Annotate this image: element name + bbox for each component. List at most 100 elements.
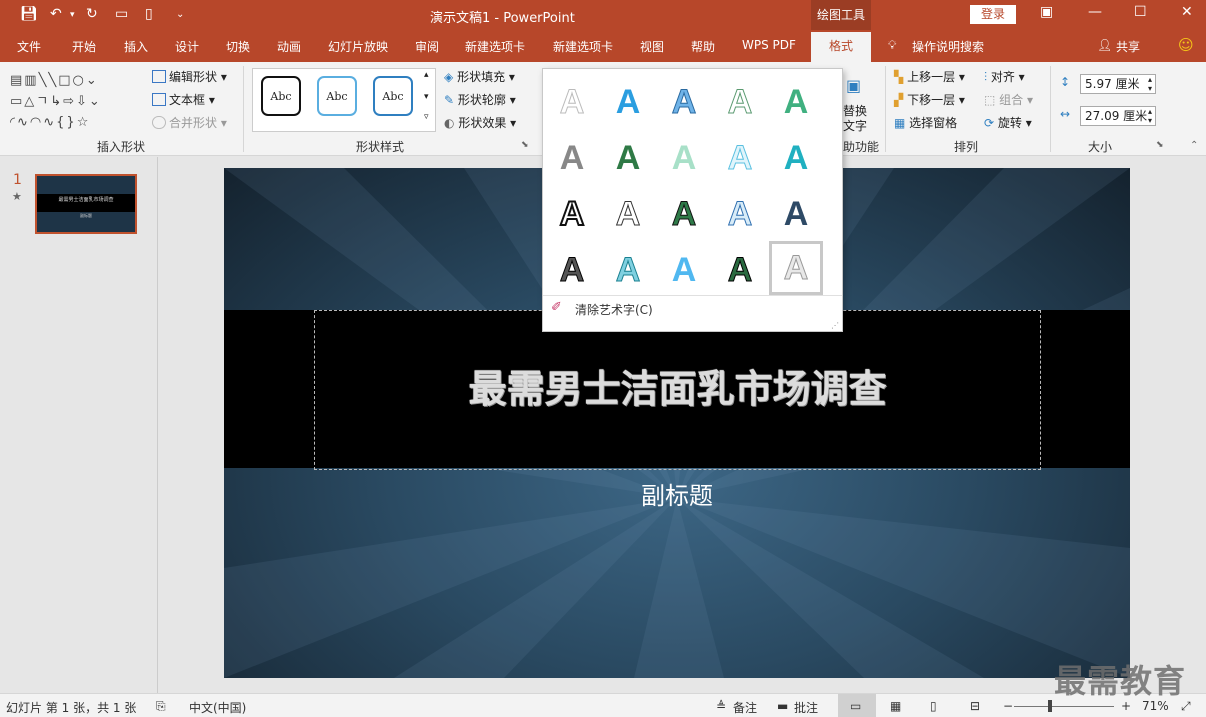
wordart-style[interactable]: A <box>717 133 763 183</box>
normal-view-icon[interactable]: ▭ <box>850 699 861 713</box>
ribbon-display-icon[interactable]: ▣ <box>1040 4 1053 20</box>
wordart-style[interactable]: A <box>549 189 595 239</box>
wordart-style[interactable]: A <box>605 77 651 127</box>
wordart-style[interactable]: A <box>773 133 819 183</box>
wordart-style[interactable]: A <box>661 133 707 183</box>
collapse-ribbon-icon[interactable]: ⌃ <box>1190 140 1198 151</box>
clear-wordart-button[interactable]: 清除艺术字(C) <box>575 301 653 318</box>
document-title: 演示文稿1 - PowerPoint <box>430 11 575 26</box>
shapes-gallery[interactable]: ▤▥╲╲□○⌄ ▭△ㄱ↳⇨⇩⌄ ◜∿◠∿{}☆ <box>10 70 140 130</box>
new-icon[interactable]: ▯ <box>145 6 153 22</box>
wordart-style[interactable]: A <box>549 133 595 183</box>
wordart-style-selected[interactable]: A <box>769 241 823 295</box>
redo-icon[interactable]: ↻ <box>86 6 98 22</box>
slide-thumbnail[interactable]: 最需男士洁面乳市场调查 副标题 <box>35 174 137 234</box>
slide-count-status: 幻灯片 第 1 张，共 1 张 <box>6 701 137 715</box>
selection-pane-button[interactable]: ▦ 选择窗格 <box>894 114 957 131</box>
align-button[interactable]: ⫶ 对齐 ▾ <box>984 68 1025 85</box>
edit-shape-label: 编辑形状 <box>169 70 218 84</box>
share-button[interactable]: 共享 <box>1116 38 1140 55</box>
wordart-style[interactable]: A <box>717 189 763 239</box>
maximize-icon[interactable]: ☐ <box>1134 4 1147 20</box>
customize-icon[interactable]: ⌄ <box>176 9 184 20</box>
zoom-slider-thumb[interactable] <box>1048 700 1052 712</box>
wordart-style[interactable]: A <box>717 77 763 127</box>
shape-effects-button[interactable]: ◐ 形状效果 ▾ <box>444 114 516 131</box>
shape-outline-button[interactable]: ✎ 形状轮廓 ▾ <box>444 91 516 108</box>
gallery-divider <box>543 295 842 296</box>
wordart-style[interactable]: A <box>661 189 707 239</box>
tab-animations[interactable]: 动画 <box>277 38 301 55</box>
status-bar: 幻灯片 第 1 张，共 1 张 ⎘ 中文(中国) ≜ 备注 ▬ 批注 ▭ ▦ ▯… <box>0 693 1206 717</box>
language-status[interactable]: 中文(中国) <box>189 699 246 716</box>
comments-button[interactable]: 批注 <box>794 699 818 716</box>
bring-forward-button[interactable]: ▚ 上移一层 ▾ <box>894 68 965 85</box>
slideshow-icon[interactable]: ▭ <box>115 6 128 22</box>
notes-button[interactable]: 备注 <box>733 699 757 716</box>
tab-wps-pdf[interactable]: WPS PDF <box>742 38 796 52</box>
shape-width-input[interactable]: 27.09 厘米 ▴ ▾ <box>1080 106 1156 126</box>
alt-text-icon[interactable]: ▣ <box>846 76 861 95</box>
shape-style-1[interactable]: Abc <box>261 76 301 116</box>
shape-effects-label: 形状效果 <box>458 116 507 130</box>
dialog-launcher-icon[interactable]: ⬊ <box>521 140 529 150</box>
scroll-up-icon[interactable]: ▴ <box>424 70 429 80</box>
tab-help[interactable]: 帮助 <box>691 38 715 55</box>
slide-title[interactable]: 最需男士洁面乳市场调查 <box>314 358 1041 413</box>
undo-icon[interactable]: ↶ <box>50 6 62 22</box>
merge-shapes-icon <box>152 116 166 129</box>
tab-new-1[interactable]: 新建选项卡 <box>465 38 525 55</box>
slide-subtitle[interactable]: 副标题 <box>224 476 1130 511</box>
tab-home[interactable]: 开始 <box>72 38 96 55</box>
wordart-style[interactable]: A <box>549 245 595 295</box>
shape-height-input[interactable]: 5.97 厘米 ▴ ▾ <box>1080 74 1156 94</box>
login-button[interactable]: 登录 <box>970 5 1016 24</box>
tab-design[interactable]: 设计 <box>175 38 199 55</box>
tell-me-search[interactable]: 操作说明搜索 <box>912 38 984 55</box>
zoom-slider[interactable] <box>1014 706 1114 707</box>
textbox-button[interactable]: 文本框 ▾ <box>152 91 215 108</box>
slide-sorter-icon[interactable]: ▦ <box>890 699 901 713</box>
send-backward-button[interactable]: ▞ 下移一层 ▾ <box>894 91 965 108</box>
undo-dropdown-icon[interactable]: ▾ <box>70 10 75 20</box>
wordart-style[interactable]: A <box>717 245 763 295</box>
tab-new-2[interactable]: 新建选项卡 <box>553 38 613 55</box>
zoom-out-icon[interactable]: − <box>1003 699 1013 713</box>
notes-icon: ≜ <box>716 699 727 713</box>
edit-shape-button[interactable]: 编辑形状 ▾ <box>152 68 227 85</box>
tab-transitions[interactable]: 切换 <box>226 38 250 55</box>
wordart-style[interactable]: A <box>773 77 819 127</box>
rotate-button[interactable]: ⟳ 旋转 ▾ <box>984 114 1032 131</box>
tab-file[interactable]: 文件 <box>17 38 41 55</box>
scroll-down-icon[interactable]: ▾ <box>424 92 429 102</box>
slideshow-view-icon[interactable]: ⊟ <box>970 699 980 713</box>
more-styles-icon[interactable]: ▿ <box>424 112 429 122</box>
wordart-style[interactable]: A <box>773 189 819 239</box>
wordart-style[interactable]: A <box>605 133 651 183</box>
tab-insert[interactable]: 插入 <box>124 38 148 55</box>
minimize-icon[interactable]: — <box>1088 4 1102 20</box>
height-spinner-icon[interactable]: ▴ ▾ <box>1148 75 1152 93</box>
wordart-style[interactable]: A <box>549 77 595 127</box>
shape-fill-button[interactable]: ◈ 形状填充 ▾ <box>444 68 515 85</box>
textbox-icon <box>152 93 166 106</box>
smiley-icon[interactable]: ☺ <box>1178 36 1194 54</box>
wordart-style[interactable]: A <box>661 77 707 127</box>
width-spinner-icon[interactable]: ▴ ▾ <box>1148 107 1152 125</box>
spellcheck-icon[interactable]: ⎘ <box>156 699 166 714</box>
tab-view[interactable]: 视图 <box>640 38 664 55</box>
tab-slideshow[interactable]: 幻灯片放映 <box>328 38 388 55</box>
wordart-style[interactable]: A <box>661 245 707 295</box>
wordart-style[interactable]: A <box>605 189 651 239</box>
alt-text-label-2[interactable]: 文字 <box>843 117 867 134</box>
shape-style-2[interactable]: Abc <box>317 76 357 116</box>
close-icon[interactable]: ✕ <box>1181 4 1193 20</box>
tab-review[interactable]: 审阅 <box>415 38 439 55</box>
save-icon[interactable]: 💾︎ <box>20 6 38 22</box>
wordart-style[interactable]: A <box>605 245 651 295</box>
reading-view-icon[interactable]: ▯ <box>930 699 937 713</box>
tab-format[interactable]: 格式 <box>811 32 871 62</box>
size-dialog-launcher-icon[interactable]: ⬊ <box>1156 140 1164 150</box>
resize-grip-icon[interactable]: ⋰ <box>831 321 839 330</box>
shape-style-3[interactable]: Abc <box>373 76 413 116</box>
